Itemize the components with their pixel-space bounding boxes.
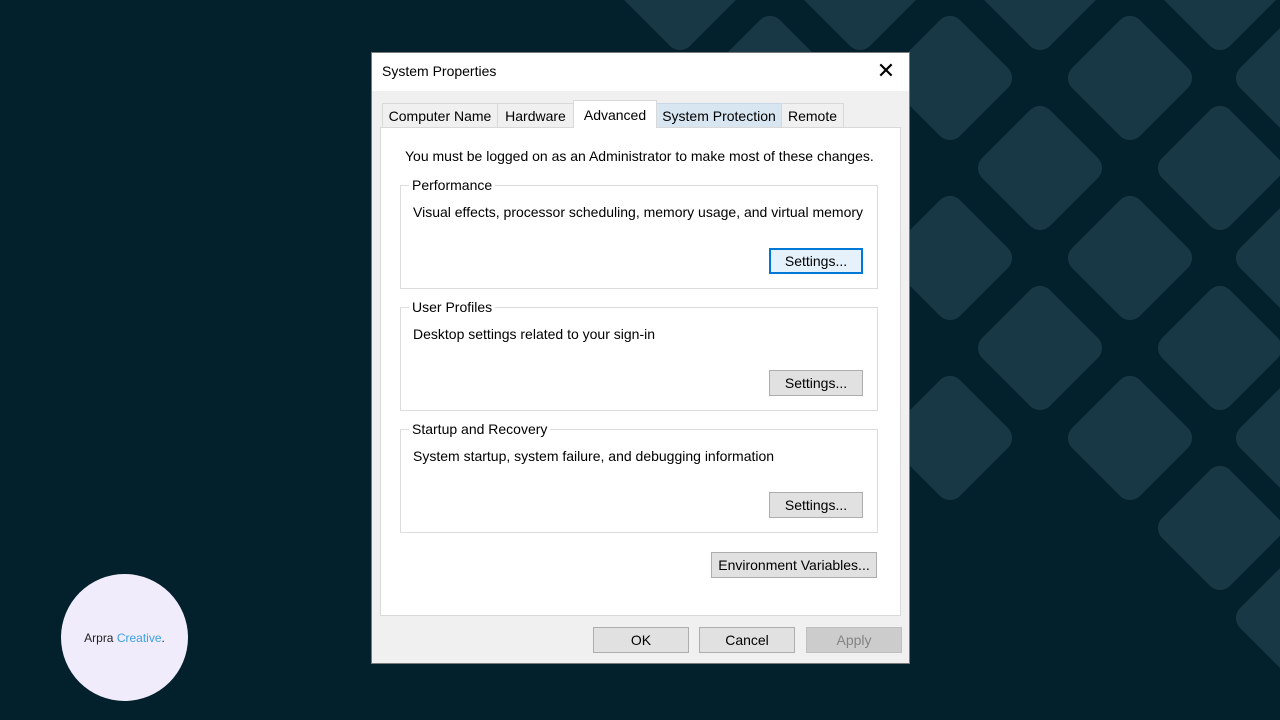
user-profiles-legend: User Profiles — [409, 299, 496, 315]
performance-settings-button[interactable]: Settings... — [769, 248, 863, 274]
background-diamond — [1062, 190, 1198, 326]
background-diamond — [1152, 460, 1280, 596]
close-icon: ✕ — [876, 58, 896, 83]
background-diamond — [972, 280, 1108, 416]
arpra-creative-logo: Arpra Creative. — [61, 574, 188, 701]
background-diamond — [1062, 10, 1198, 146]
system-properties-dialog: System Properties ✕ Computer Name Hardwa… — [371, 52, 910, 664]
performance-description: Visual effects, processor scheduling, me… — [413, 204, 864, 220]
tab-label: Hardware — [505, 107, 566, 124]
environment-variables-button[interactable]: Environment Variables... — [711, 552, 877, 578]
startup-recovery-description: System startup, system failure, and debu… — [413, 448, 775, 464]
background-diamond — [1152, 280, 1280, 416]
tab-hardware[interactable]: Hardware — [497, 103, 574, 127]
apply-button: Apply — [806, 627, 902, 653]
performance-group: Performance Visual effects, processor sc… — [400, 177, 878, 289]
background-diamond — [972, 0, 1108, 56]
cancel-button[interactable]: Cancel — [699, 627, 795, 653]
tab-label: Computer Name — [388, 107, 492, 124]
logo-text-accent: Creative — [116, 630, 162, 645]
tab-computer-name[interactable]: Computer Name — [382, 103, 498, 127]
user-profiles-settings-button[interactable]: Settings... — [769, 370, 863, 396]
startup-recovery-legend: Startup and Recovery — [409, 421, 551, 437]
background-diamond — [792, 0, 928, 56]
tab-label: System Protection — [662, 107, 776, 124]
tab-label: Remote — [787, 107, 838, 124]
title-bar[interactable]: System Properties ✕ — [372, 53, 909, 91]
performance-legend: Performance — [409, 177, 496, 193]
tab-system-protection[interactable]: System Protection — [656, 103, 782, 127]
user-profiles-group: User Profiles Desktop settings related t… — [400, 299, 878, 411]
tab-label: Advanced — [583, 106, 647, 123]
tab-remote[interactable]: Remote — [781, 103, 844, 127]
advanced-tab-panel: You must be logged on as an Administrato… — [380, 127, 901, 616]
user-profiles-description: Desktop settings related to your sign-in — [413, 326, 656, 342]
logo-text-primary: Arpra — [84, 630, 114, 645]
startup-recovery-group: Startup and Recovery System startup, sys… — [400, 421, 878, 533]
window-title: System Properties — [382, 63, 497, 79]
tab-advanced[interactable]: Advanced — [573, 100, 657, 128]
startup-recovery-settings-button[interactable]: Settings... — [769, 492, 863, 518]
ok-button[interactable]: OK — [593, 627, 689, 653]
background-diamond — [612, 0, 748, 56]
background-diamond — [1152, 100, 1280, 236]
background-diamond — [1062, 370, 1198, 506]
logo-text: Arpra Creative. — [84, 631, 165, 645]
logo-text-suffix: . — [161, 630, 165, 645]
background-diamond — [972, 100, 1108, 236]
admin-notice: You must be logged on as an Administrato… — [405, 148, 874, 164]
close-button[interactable]: ✕ — [863, 53, 909, 89]
